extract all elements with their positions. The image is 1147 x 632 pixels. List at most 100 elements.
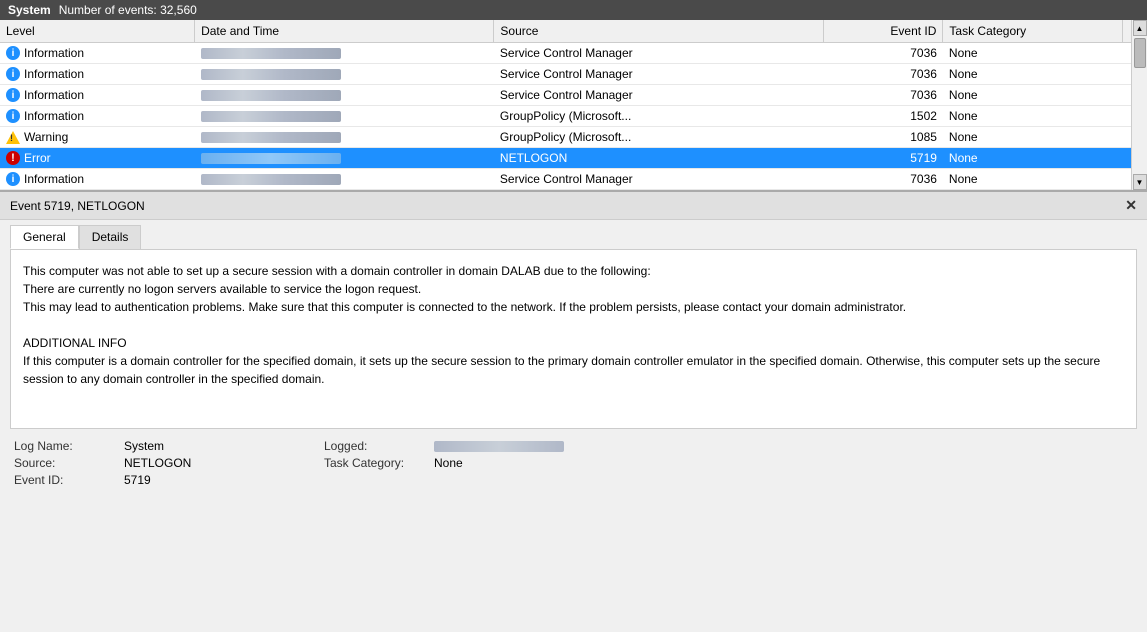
datetime-blur <box>201 90 341 101</box>
warning-icon <box>6 131 20 144</box>
taskcategory-cell: None <box>943 64 1123 85</box>
datetime-cell <box>195 148 494 169</box>
level-cell: i Information <box>0 169 195 190</box>
source-cell: GroupPolicy (Microsoft... <box>494 106 823 127</box>
eventid-cell: 1085 <box>823 127 943 148</box>
scrollbar-thumb[interactable] <box>1134 38 1146 68</box>
scrollbar[interactable]: ▲ ▼ <box>1131 20 1147 190</box>
info-icon: i <box>6 109 20 123</box>
detail-content-line: This computer was not able to set up a s… <box>23 262 1124 280</box>
event-id-value: 5719 <box>124 473 324 487</box>
info-icon: i <box>6 88 20 102</box>
datetime-cell <box>195 106 494 127</box>
logged-label: Logged: <box>324 439 434 453</box>
info-icon: i <box>6 67 20 81</box>
datetime-cell <box>195 64 494 85</box>
source-cell: Service Control Manager <box>494 43 823 64</box>
eventid-cell: 1502 <box>823 106 943 127</box>
log-name-label: Log Name: <box>14 439 124 453</box>
table-row[interactable]: i Information Service Control Manager7036N… <box>0 85 1147 106</box>
datetime-blur <box>201 111 341 122</box>
table-row[interactable]: Warning GroupPolicy (Microsoft...1085None <box>0 127 1147 148</box>
detail-footer: Log Name: System Logged: Source: NETLOGO… <box>0 429 1147 493</box>
table-row[interactable]: i Information GroupPolicy (Microsoft...150… <box>0 106 1147 127</box>
level-cell: i Information <box>0 43 195 64</box>
table-row[interactable]: i Information Service Control Manager7036N… <box>0 43 1147 64</box>
table-row[interactable]: i Information Service Control Manager7036N… <box>0 64 1147 85</box>
event-id-label: Event ID: <box>14 473 124 487</box>
level-text: Information <box>24 46 84 60</box>
info-icon: i <box>6 172 20 186</box>
detail-content-line: ADDITIONAL INFO <box>23 334 1124 352</box>
level-cell: i Information <box>0 64 195 85</box>
level-text: Warning <box>24 130 68 144</box>
eventid-cell: 7036 <box>823 43 943 64</box>
datetime-blur <box>201 174 341 185</box>
taskcategory-cell: None <box>943 106 1123 127</box>
datetime-blur <box>201 48 341 59</box>
level-text: Information <box>24 172 84 186</box>
task-category-value: None <box>434 456 1133 470</box>
table-row[interactable]: i Information Service Control Manager7036N… <box>0 169 1147 190</box>
source-cell: Service Control Manager <box>494 169 823 190</box>
detail-panel-header: Event 5719, NETLOGON ✕ <box>0 192 1147 220</box>
level-text: Information <box>24 88 84 102</box>
error-icon: ! <box>6 151 20 165</box>
level-text: Information <box>24 67 84 81</box>
logged-value <box>434 439 1133 453</box>
scrollbar-down-btn[interactable]: ▼ <box>1133 174 1147 190</box>
source-value: NETLOGON <box>124 456 324 470</box>
col-header-source[interactable]: Source <box>494 20 823 43</box>
eventid-cell: 7036 <box>823 64 943 85</box>
level-text: Information <box>24 109 84 123</box>
eventid-cell: 7036 <box>823 85 943 106</box>
title-bar-event-count: Number of events: 32,560 <box>59 3 197 17</box>
detail-content-line: This may lead to authentication problems… <box>23 298 1124 316</box>
level-cell: Warning <box>0 127 195 148</box>
tabs-row: General Details <box>0 220 1147 249</box>
tab-details[interactable]: Details <box>79 225 142 249</box>
table-row[interactable]: ! Error NETLOGON5719None <box>0 148 1147 169</box>
taskcategory-cell: None <box>943 148 1123 169</box>
datetime-cell <box>195 169 494 190</box>
eventid-cell: 7036 <box>823 169 943 190</box>
level-cell: i Information <box>0 106 195 127</box>
event-table-section: Level Date and Time Source Event ID Task… <box>0 20 1147 191</box>
datetime-blur <box>201 69 341 80</box>
col-header-taskcategory[interactable]: Task Category <box>943 20 1123 43</box>
source-cell: Service Control Manager <box>494 85 823 106</box>
task-category-label: Task Category: <box>324 456 434 470</box>
title-bar-app-name: System <box>8 3 51 17</box>
taskcategory-cell: None <box>943 169 1123 190</box>
table-wrapper: Level Date and Time Source Event ID Task… <box>0 20 1147 190</box>
col-header-datetime[interactable]: Date and Time <box>195 20 494 43</box>
detail-content-area: This computer was not able to set up a s… <box>10 249 1137 429</box>
datetime-blur <box>201 132 341 143</box>
log-name-value: System <box>124 439 324 453</box>
taskcategory-cell: None <box>943 43 1123 64</box>
scrollbar-up-btn[interactable]: ▲ <box>1133 20 1147 36</box>
table-header-row: Level Date and Time Source Event ID Task… <box>0 20 1147 43</box>
datetime-blur <box>201 153 341 164</box>
taskcategory-cell: None <box>943 85 1123 106</box>
source-label: Source: <box>14 456 124 470</box>
eventid-cell: 5719 <box>823 148 943 169</box>
source-cell: NETLOGON <box>494 148 823 169</box>
detail-content-line: If this computer is a domain controller … <box>23 352 1124 388</box>
level-cell: i Information <box>0 85 195 106</box>
level-text: Error <box>24 151 51 165</box>
col-header-level[interactable]: Level <box>0 20 195 43</box>
detail-panel-title: Event 5719, NETLOGON <box>10 199 145 213</box>
datetime-cell <box>195 127 494 148</box>
title-bar: System Number of events: 32,560 <box>0 0 1147 20</box>
taskcategory-cell: None <box>943 127 1123 148</box>
source-cell: Service Control Manager <box>494 64 823 85</box>
tab-general[interactable]: General <box>10 225 79 249</box>
datetime-cell <box>195 85 494 106</box>
detail-close-button[interactable]: ✕ <box>1125 197 1137 214</box>
level-cell: ! Error <box>0 148 195 169</box>
detail-content-line: There are currently no logon servers ava… <box>23 280 1124 298</box>
info-icon: i <box>6 46 20 60</box>
source-cell: GroupPolicy (Microsoft... <box>494 127 823 148</box>
col-header-eventid[interactable]: Event ID <box>823 20 943 43</box>
